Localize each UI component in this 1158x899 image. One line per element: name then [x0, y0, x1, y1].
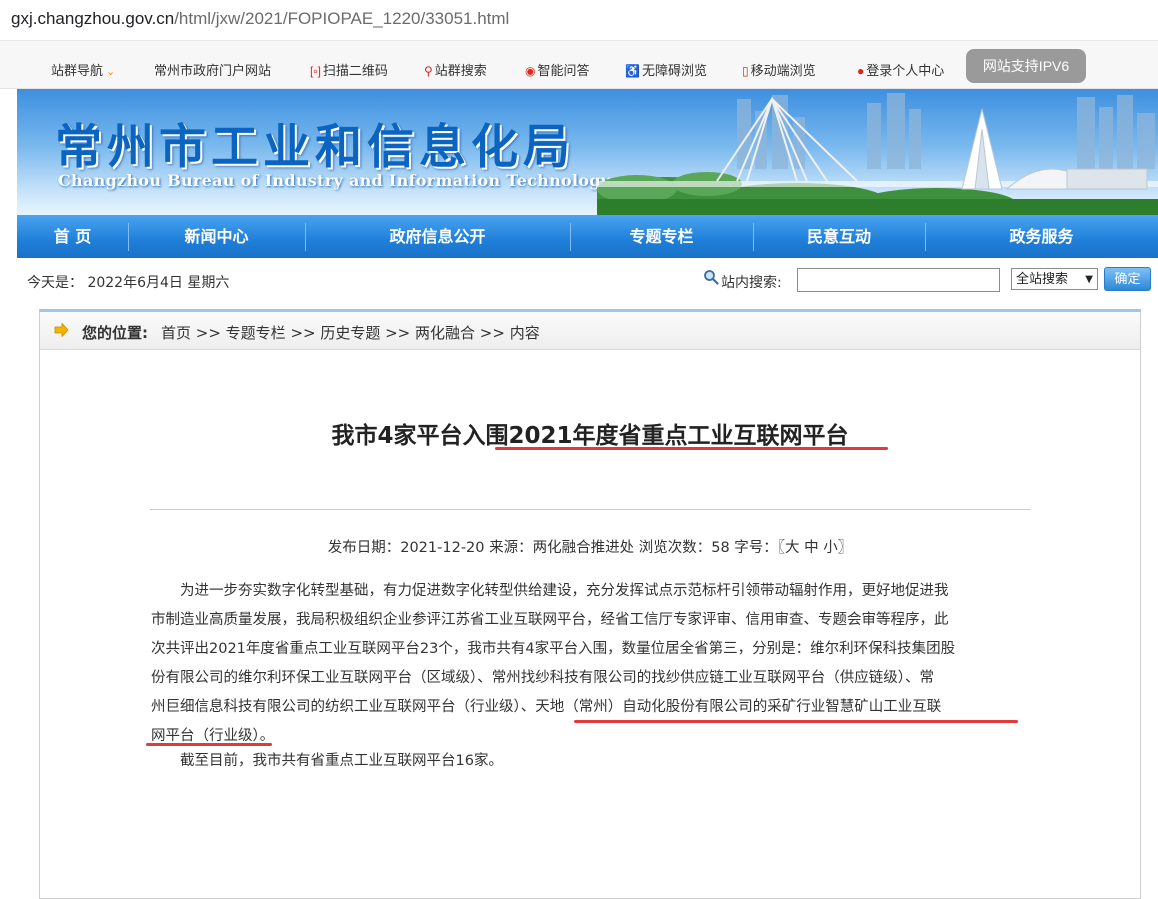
paragraph-line: 份有限公司的维尔利环保工业互联网平台（区域级）、常州找纱科技有限公司的找纱供应链… [151, 670, 934, 686]
accessibility-label: 无障碍浏览 [641, 63, 707, 78]
search-scope-select[interactable]: 全站搜索 ▼ [1011, 268, 1098, 290]
nav-news-center[interactable]: 新闻中心 [128, 215, 305, 258]
site-search-input[interactable] [797, 268, 1000, 292]
article-title: 我市4家平台入围2021年度省重点工业互联网平台 [331, 423, 849, 449]
article-meta: 发布日期：2021-12-20 来源：两化融合推进处 浏览次数：58 字号：〖大… [327, 540, 853, 556]
url-path: /html/jxw/2021/FOPIOPAE_1220/33051.html [174, 9, 510, 28]
title-red-underline [495, 447, 888, 450]
title-divider [150, 509, 1031, 510]
accessibility-link[interactable]: ♿ 无障碍浏览 [625, 60, 707, 79]
site-subtitle: Changzhou Bureau of Industry and Informa… [58, 171, 611, 190]
chevron-down-icon: ▼ [1085, 274, 1093, 285]
login-label: 登录个人中心 [866, 63, 945, 78]
site-search-label: 站群搜索 [434, 63, 487, 78]
highlight-red-underline [574, 720, 1018, 723]
site-group-nav[interactable]: 站群导航 ⌄ [51, 60, 115, 79]
gov-portal-label: 常州市政府门户网站 [154, 63, 272, 78]
today-date: 今天是： 2022年6月4日 星期六 [27, 275, 230, 291]
qr-code-link[interactable]: [▫] 扫描二维码 [310, 60, 388, 79]
gov-portal-link[interactable]: 常州市政府门户网站 [154, 60, 271, 79]
accessibility-icon: ♿ [625, 64, 640, 78]
article-paragraph-1: 为进一步夯实数字化转型基础，有力促进数字化转型供给建设，充分发挥试点示范标杆引领… [151, 577, 1019, 751]
nav-home[interactable]: 首 页 [17, 215, 128, 258]
breadcrumb-label: 您的位置: [82, 324, 148, 342]
main-nav: 首 页 新闻中心 政府信息公开 专题专栏 民意互动 政务服务 [17, 215, 1158, 258]
banner-cityscape-illustration [597, 93, 1158, 215]
magnifier-icon [704, 270, 719, 285]
address-bar[interactable]: gxj.changzhou.gov.cn/html/jxw/2021/FOPIO… [0, 0, 1158, 41]
qr-code-label: 扫描二维码 [322, 63, 388, 78]
url-host: gxj.changzhou.gov.cn [11, 9, 175, 28]
paragraph-text: 截至目前，我市共有省重点工业互联网平台16家。 [180, 753, 503, 769]
mobile-view-link[interactable]: ▯ 移动端浏览 [742, 60, 816, 79]
arrow-right-icon [54, 323, 69, 337]
paragraph-line: 市制造业高质量发展，我局积极组织企业参评江苏省工业互联网平台，经省工信厅专家评审… [151, 612, 949, 628]
nav-gov-info[interactable]: 政府信息公开 [305, 215, 570, 258]
chevron-down-icon: ⌄ [106, 66, 116, 78]
nav-special-topics[interactable]: 专题专栏 [570, 215, 753, 258]
paragraph-line: 州巨细信息科技有限公司的纺织工业互联网平台（行业级）、天地（常州）自动化股份有限… [151, 699, 942, 715]
search-icon: ⚲ [424, 64, 433, 78]
login-link[interactable]: ● 登录个人中心 [857, 60, 944, 79]
qr-icon: [▫] [310, 64, 321, 78]
robot-icon: ◉ [525, 64, 536, 78]
smart-qa-link[interactable]: ◉ 智能问答 [525, 60, 590, 79]
paragraph-line: 次共评出2021年度省重点工业互联网平台23个，我市共有4家平台入围，数量位居全… [151, 641, 956, 657]
nav-gov-services[interactable]: 政务服务 [925, 215, 1158, 258]
paragraph-line: 截至目前，我市共有省重点工业互联网平台16家。 [151, 747, 1019, 776]
highlight-red-underline [146, 743, 272, 746]
ipv6-badge: 网站支持IPV6 [966, 49, 1086, 83]
site-group-nav-label: 站群导航 [51, 63, 104, 78]
site-search-link[interactable]: ⚲ 站群搜索 [424, 60, 487, 79]
article-paragraph-2: 截至目前，我市共有省重点工业互联网平台16家。 [151, 747, 1019, 776]
search-scope-value: 全站搜索 [1016, 272, 1069, 287]
mobile-icon: ▯ [742, 64, 749, 78]
breadcrumb-path[interactable]: 首页 >> 专题专栏 >> 历史专题 >> 两化融合 >> 内容 [161, 322, 540, 343]
breadcrumb: 您的位置: 首页 >> 专题专栏 >> 历史专题 >> 两化融合 >> 内容 [40, 312, 1140, 350]
header-banner: 常州市工业和信息化局 Changzhou Bureau of Industry … [17, 89, 1158, 215]
site-title: 常州市工业和信息化局 [55, 120, 575, 175]
paragraph-line: 为进一步夯实数字化转型基础，有力促进数字化转型供给建设，充分发挥试点示范标杆引领… [151, 577, 1019, 606]
nav-public-opinion[interactable]: 民意互动 [753, 215, 925, 258]
smart-qa-label: 智能问答 [537, 63, 590, 78]
mobile-view-label: 移动端浏览 [750, 63, 816, 78]
paragraph-text: 为进一步夯实数字化转型基础，有力促进数字化转型供给建设，充分发挥试点示范标杆引领… [180, 583, 949, 599]
url-text[interactable]: gxj.changzhou.gov.cn/html/jxw/2021/FOPIO… [11, 9, 509, 29]
user-icon: ● [857, 64, 865, 78]
search-confirm-button[interactable]: 确定 [1104, 267, 1151, 291]
search-label: 站内搜索: [721, 275, 782, 291]
